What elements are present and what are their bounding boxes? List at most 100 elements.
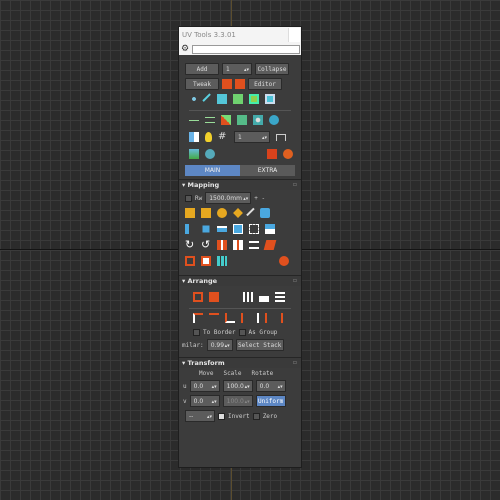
align-right-icon[interactable] — [273, 313, 283, 323]
flip-rows-icon[interactable] — [249, 241, 259, 249]
lightbulb-icon[interactable] — [205, 132, 212, 142]
vertex-select-icon[interactable] — [189, 94, 199, 104]
value-spinner[interactable]: 1 — [234, 131, 270, 144]
to-border-checkbox[interactable] — [193, 329, 200, 336]
relax-icon[interactable] — [185, 256, 195, 266]
u-scale-spinner[interactable]: 100.0 — [222, 380, 253, 393]
planar-map-icon[interactable] — [185, 208, 195, 218]
pack-icon[interactable] — [193, 292, 203, 302]
bars-icon[interactable] — [259, 292, 269, 302]
mirror-h-icon[interactable] — [217, 240, 227, 250]
zero-checkbox[interactable] — [252, 412, 260, 420]
box-map-icon[interactable] — [201, 208, 211, 218]
divider — [189, 308, 291, 309]
face-select-icon[interactable] — [217, 94, 227, 104]
world-icon[interactable] — [205, 149, 215, 159]
transform-title: Transform — [187, 359, 225, 367]
v-scale-spinner[interactable]: 100.0 — [222, 395, 253, 408]
line-icon[interactable] — [189, 119, 199, 121]
grid-green-icon[interactable] — [237, 115, 247, 125]
pack-grid-icon[interactable] — [209, 292, 219, 302]
stack-rows-icon[interactable] — [275, 292, 285, 302]
main-extra-tabs: MAIN EXTRA — [185, 165, 295, 176]
add-button[interactable]: Add — [185, 63, 219, 75]
pin-icon[interactable]: ▫ — [293, 358, 297, 368]
unwrap-orange-icon[interactable] — [222, 79, 232, 89]
v-move-spinner[interactable]: 0.0 — [189, 395, 220, 408]
pin-tool-icon[interactable] — [246, 207, 257, 219]
mirror-v-icon[interactable] — [233, 240, 243, 250]
distribute-icon[interactable] — [243, 292, 253, 302]
align-center-h-icon[interactable] — [257, 313, 267, 323]
frame-icon[interactable] — [233, 224, 243, 234]
similar-spinner[interactable]: 0.99 — [206, 339, 233, 352]
border-select-icon[interactable] — [249, 94, 259, 104]
uv-tools-panel: UV Tools 3.3.01 ⚙ Add 1 Collapse Tweak E… — [178, 26, 302, 468]
similar-label: milar: — [182, 341, 204, 349]
double-line-icon[interactable] — [205, 117, 215, 123]
sphere-orange-icon[interactable] — [283, 149, 293, 159]
as-group-checkbox[interactable] — [238, 329, 246, 336]
align-bottom-icon[interactable] — [225, 313, 235, 323]
unwrap-orange-icon-2[interactable] — [235, 79, 245, 89]
align-top-icon[interactable] — [193, 313, 203, 323]
skew-icon[interactable] — [263, 240, 277, 250]
bounds-icon[interactable] — [249, 224, 259, 234]
cube-red-icon[interactable] — [267, 149, 277, 159]
rotate-ccw-icon[interactable]: ↺ — [201, 239, 211, 250]
close-button[interactable] — [288, 28, 300, 42]
eyedropper-icon[interactable] — [260, 208, 270, 218]
pin-icon[interactable]: ▫ — [293, 180, 297, 190]
sphere-grid-icon[interactable] — [253, 115, 263, 125]
gear-icon[interactable]: ⚙ — [181, 44, 189, 55]
shell-select-icon[interactable] — [265, 94, 275, 104]
checker-red-icon[interactable] — [221, 115, 231, 125]
cylinder-map-icon[interactable] — [217, 208, 227, 218]
tab-extra[interactable]: EXTRA — [240, 165, 295, 176]
align-center-v-icon[interactable] — [209, 313, 219, 323]
spherical-map-icon[interactable] — [233, 208, 243, 218]
stack-icon[interactable] — [217, 226, 227, 232]
arrange-section: ▾ Arrange ▫ To Border As Group milar: 0.… — [179, 275, 301, 357]
u-move-spinner[interactable]: 0.0 — [189, 380, 220, 393]
flip-icon[interactable] — [265, 224, 275, 234]
edge-select-icon[interactable] — [202, 93, 214, 105]
align-left-icon[interactable] — [185, 224, 195, 234]
invert-label: Invert — [228, 412, 250, 420]
mapping-header[interactable]: ▾ Mapping ▫ — [179, 180, 301, 190]
settings-field[interactable] — [192, 45, 300, 54]
tab-main[interactable]: MAIN — [185, 165, 240, 176]
hash-grid-icon[interactable]: # — [218, 132, 228, 142]
window-titlebar[interactable]: UV Tools 3.3.01 — [179, 27, 301, 44]
tweak-button[interactable]: Tweak — [185, 78, 219, 90]
uniform-button[interactable]: Uniform — [255, 395, 286, 407]
channel-spinner[interactable]: 1 — [222, 63, 252, 76]
checker-blue-icon[interactable] — [189, 132, 199, 142]
straighten-icon[interactable] — [201, 256, 211, 266]
size-spinner[interactable]: 1500.0mm — [205, 192, 252, 205]
arrange-header[interactable]: ▾ Arrange ▫ — [179, 276, 301, 286]
settings-bar: ⚙ — [179, 44, 301, 55]
element-select-icon[interactable] — [233, 94, 243, 104]
u-rotate-spinner[interactable]: 0.0 — [255, 380, 286, 393]
image-icon[interactable] — [189, 149, 199, 159]
pin-icon[interactable]: ▫ — [293, 276, 297, 286]
editor-button[interactable]: Editor — [248, 78, 282, 90]
globe-icon[interactable] — [269, 115, 279, 125]
bracket-icon[interactable] — [276, 133, 286, 141]
grid-pack-icon[interactable] — [217, 256, 227, 266]
mode-dropdown[interactable]: -- — [185, 410, 215, 423]
invert-checkbox[interactable] — [218, 412, 225, 420]
select-stack-button[interactable]: Select Stack — [235, 339, 284, 351]
fit-icon[interactable] — [202, 225, 210, 233]
reset-orange-icon[interactable] — [279, 256, 289, 266]
align-left-icon[interactable] — [241, 313, 251, 323]
plus-minus-buttons[interactable]: + - — [254, 195, 265, 202]
transform-header[interactable]: ▾ Transform ▫ — [179, 358, 301, 368]
as-group-label: As Group — [248, 329, 278, 336]
rotate-cw-icon[interactable]: ↻ — [185, 239, 195, 250]
move-column-label: Move — [199, 370, 214, 377]
rw-checkbox[interactable] — [185, 194, 192, 202]
collapse-button[interactable]: Collapse — [255, 63, 289, 75]
mapping-title: Mapping — [187, 181, 220, 189]
